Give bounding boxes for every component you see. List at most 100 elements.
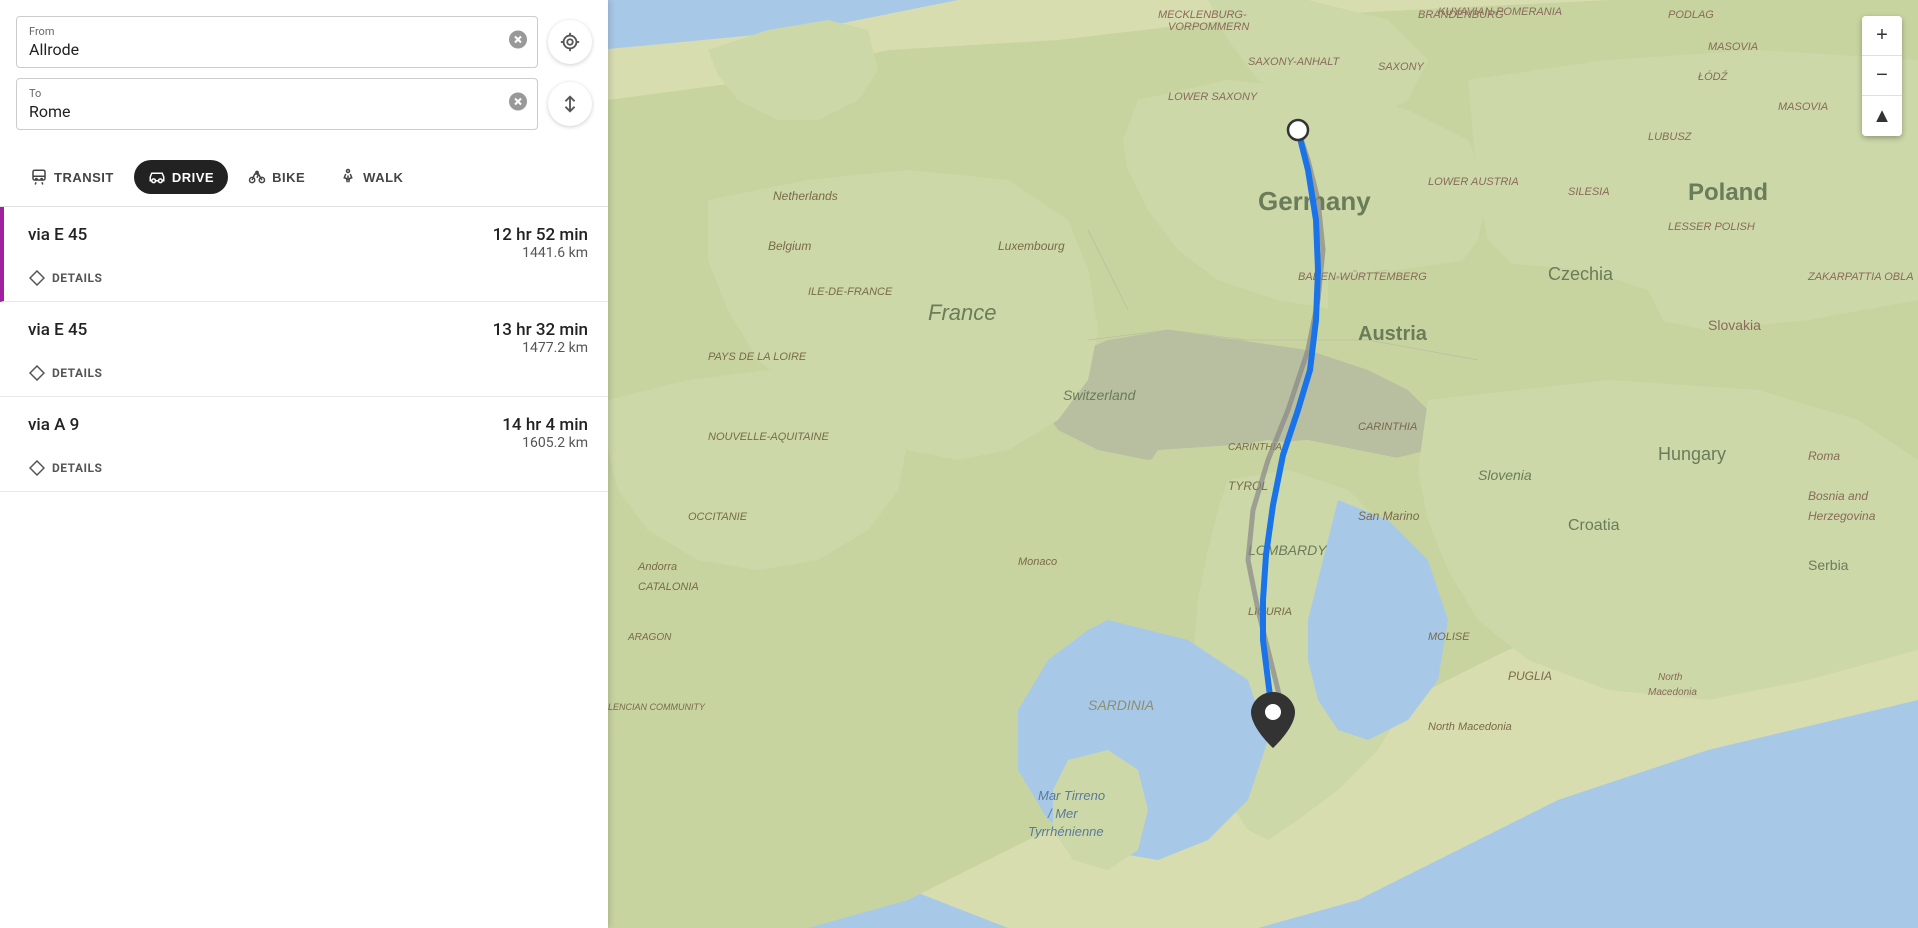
walk-label: WALK	[363, 170, 403, 185]
to-input-box[interactable]: To Rome	[16, 78, 538, 130]
from-input-box[interactable]: From Allrode	[16, 16, 538, 68]
tab-drive[interactable]: DRIVE	[134, 160, 228, 194]
route-header-3: via A 9 14 hr 4 min 1605.2 km	[28, 415, 588, 451]
svg-text:LESSER POLISH: LESSER POLISH	[1668, 221, 1755, 233]
routes-section: via E 45 12 hr 52 min 1441.6 km DETAILS …	[0, 207, 608, 928]
route-item-1[interactable]: via E 45 12 hr 52 min 1441.6 km DETAILS	[0, 207, 608, 302]
svg-text:Czechia: Czechia	[1548, 264, 1614, 284]
svg-text:Roma: Roma	[1808, 449, 1840, 463]
svg-text:SAXONY-ANHALT: SAXONY-ANHALT	[1248, 56, 1341, 68]
map-area[interactable]: France Germany Switzerland Austria Czech…	[608, 0, 1918, 928]
svg-text:/ Mer: / Mer	[1047, 806, 1078, 821]
zoom-in-button[interactable]: +	[1862, 16, 1902, 56]
details-row-3: DETAILS	[28, 459, 588, 477]
svg-text:SARDINIA: SARDINIA	[1088, 697, 1154, 713]
svg-text:Mar Tirreno: Mar Tirreno	[1038, 788, 1105, 803]
map-svg: France Germany Switzerland Austria Czech…	[608, 0, 1918, 928]
zoom-in-label: +	[1876, 24, 1888, 47]
svg-text:Switzerland: Switzerland	[1063, 387, 1137, 403]
svg-text:North Macedonia: North Macedonia	[1428, 721, 1512, 733]
svg-text:LOMBARDY: LOMBARDY	[1248, 542, 1328, 558]
svg-text:San Marino: San Marino	[1358, 509, 1420, 523]
tab-transit[interactable]: TRANSIT	[16, 160, 128, 194]
zoom-out-label: −	[1876, 64, 1888, 87]
tab-walk[interactable]: WALK	[325, 160, 417, 194]
svg-text:MASOVIA: MASOVIA	[1778, 101, 1828, 113]
svg-text:Slovakia: Slovakia	[1708, 317, 1761, 333]
route-item-3[interactable]: via A 9 14 hr 4 min 1605.2 km DETAILS	[0, 397, 608, 492]
details-diamond-icon-2	[28, 364, 46, 382]
svg-text:SILESIA: SILESIA	[1568, 186, 1610, 198]
route-via-2: via E 45	[28, 320, 87, 340]
svg-text:CATALONIA: CATALONIA	[638, 581, 699, 593]
compass-button[interactable]: ▲	[1862, 96, 1902, 136]
svg-text:Hungary: Hungary	[1658, 444, 1726, 464]
zoom-out-button[interactable]: −	[1862, 56, 1902, 96]
svg-text:Austria: Austria	[1358, 323, 1428, 345]
svg-text:OCCITANIE: OCCITANIE	[688, 511, 748, 523]
tab-bike[interactable]: BIKE	[234, 160, 319, 194]
svg-text:CARINTHIA: CARINTHIA	[1358, 421, 1417, 433]
to-clear-button[interactable]	[509, 93, 527, 116]
details-label-1[interactable]: DETAILS	[52, 271, 102, 285]
route-distance-2: 1477.2 km	[493, 340, 588, 356]
details-diamond-icon-3	[28, 459, 46, 477]
svg-text:ŁÓDŹ: ŁÓDŹ	[1698, 70, 1729, 83]
svg-text:SAXONY: SAXONY	[1378, 61, 1425, 73]
svg-text:LOWER SAXONY: LOWER SAXONY	[1168, 91, 1258, 103]
compass-label: ▲	[1872, 105, 1892, 128]
mode-tabs: TRANSIT DRIVE BIKE	[0, 152, 608, 207]
svg-text:LENCIAN COMMUNITY: LENCIAN COMMUNITY	[608, 702, 706, 712]
svg-text:MECKLENBURG-: MECKLENBURG-	[1158, 9, 1247, 21]
details-row-2: DETAILS	[28, 364, 588, 382]
svg-text:LIGURIA: LIGURIA	[1248, 606, 1292, 618]
route-time-3: 14 hr 4 min	[502, 415, 588, 435]
route-via-1: via E 45	[28, 225, 87, 245]
details-row-1: DETAILS	[28, 269, 588, 287]
svg-text:Monaco: Monaco	[1018, 556, 1057, 568]
svg-text:ILE-DE-FRANCE: ILE-DE-FRANCE	[808, 286, 893, 298]
svg-text:France: France	[928, 300, 996, 325]
svg-text:Poland: Poland	[1688, 179, 1768, 206]
left-panel: From Allrode	[0, 0, 608, 928]
svg-text:MOLISE: MOLISE	[1428, 631, 1470, 643]
svg-text:North: North	[1658, 672, 1683, 683]
swap-button[interactable]	[548, 82, 592, 126]
to-value: Rome	[29, 102, 497, 121]
svg-text:ZAKARPATTIA OBLA: ZAKARPATTIA OBLA	[1807, 271, 1914, 283]
svg-text:Belgium: Belgium	[768, 239, 811, 253]
svg-text:Bosnia and: Bosnia and	[1808, 489, 1868, 503]
from-row: From Allrode	[16, 16, 592, 68]
svg-text:Luxembourg: Luxembourg	[998, 239, 1065, 253]
route-time-1: 12 hr 52 min	[493, 225, 588, 245]
svg-text:Tyrrhénienne: Tyrrhénienne	[1028, 824, 1104, 839]
svg-text:NOUVELLE-AQUITAINE: NOUVELLE-AQUITAINE	[708, 431, 829, 443]
bike-label: BIKE	[272, 170, 305, 185]
svg-text:Slovenia: Slovenia	[1478, 467, 1532, 483]
details-label-2[interactable]: DETAILS	[52, 366, 102, 380]
route-header-1: via E 45 12 hr 52 min 1441.6 km	[28, 225, 588, 261]
to-row: To Rome	[16, 78, 592, 130]
svg-text:PODLAG: PODLAG	[1668, 9, 1714, 21]
drive-label: DRIVE	[172, 170, 214, 185]
route-header-2: via E 45 13 hr 32 min 1477.2 km	[28, 320, 588, 356]
details-label-3[interactable]: DETAILS	[52, 461, 102, 475]
svg-text:Macedonia: Macedonia	[1648, 687, 1697, 698]
svg-text:PUGLIA: PUGLIA	[1508, 669, 1552, 683]
route-item-2[interactable]: via E 45 13 hr 32 min 1477.2 km DETAILS	[0, 302, 608, 397]
svg-text:PAYS DE LA LOIRE: PAYS DE LA LOIRE	[708, 351, 807, 363]
svg-text:Andorra: Andorra	[637, 561, 677, 573]
svg-text:Croatia: Croatia	[1568, 517, 1620, 534]
from-clear-button[interactable]	[509, 31, 527, 54]
svg-text:LUBUSZ: LUBUSZ	[1648, 131, 1693, 143]
svg-text:LOWER AUSTRIA: LOWER AUSTRIA	[1428, 176, 1519, 188]
from-value: Allrode	[29, 40, 497, 59]
svg-text:Serbia: Serbia	[1808, 557, 1849, 573]
to-label: To	[29, 87, 497, 100]
route-time-2: 13 hr 32 min	[493, 320, 588, 340]
route-via-3: via A 9	[28, 415, 79, 435]
locate-button[interactable]	[548, 20, 592, 64]
svg-text:MASOVIA: MASOVIA	[1708, 41, 1758, 53]
route-distance-3: 1605.2 km	[502, 435, 588, 451]
svg-text:BRANDENBURG: BRANDENBURG	[1418, 9, 1504, 21]
